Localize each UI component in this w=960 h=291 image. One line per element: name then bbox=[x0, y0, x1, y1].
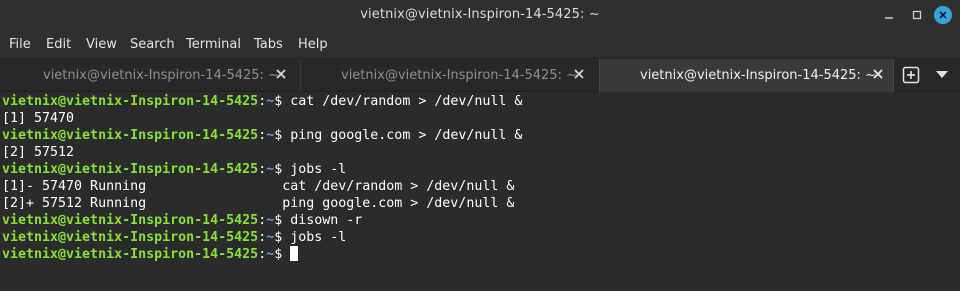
prompt-line: vietnix@vietnix-Inspiron-14-5425:~$ ping… bbox=[2, 127, 960, 144]
minimize-icon[interactable] bbox=[880, 6, 898, 24]
prompt-colon: : bbox=[258, 94, 267, 109]
output-line: [2]+ 57512 Running ping google.com > /de… bbox=[2, 195, 960, 212]
tab-label: vietnix@vietnix-Inspiron-14-5425: ~ bbox=[640, 68, 876, 83]
prompt-user: vietnix@vietnix-Inspiron-14-5425 bbox=[2, 230, 259, 245]
output-line: [1] 57470 bbox=[2, 110, 960, 127]
menu-bar: File Edit View Search Terminal Tabs Help bbox=[0, 31, 960, 57]
tab-bar: vietnix@vietnix-Inspiron-14-5425: ~ viet… bbox=[0, 57, 960, 92]
prompt-line: vietnix@vietnix-Inspiron-14-5425:~$ cat … bbox=[2, 93, 960, 110]
menu-help[interactable]: Help bbox=[298, 37, 328, 52]
tab-3-active[interactable]: vietnix@vietnix-Inspiron-14-5425: ~ bbox=[599, 59, 894, 92]
close-tab-icon[interactable] bbox=[871, 67, 885, 81]
prompt-line: vietnix@vietnix-Inspiron-14-5425:~$ jobs… bbox=[2, 229, 960, 246]
close-tab-icon[interactable] bbox=[572, 67, 586, 81]
close-tab-icon[interactable] bbox=[274, 67, 288, 81]
tab-2[interactable]: vietnix@vietnix-Inspiron-14-5425: ~ bbox=[300, 59, 599, 92]
window-title: vietnix@vietnix-Inspiron-14-5425: ~ bbox=[360, 7, 600, 22]
prompt-colon: : bbox=[258, 247, 267, 262]
command-text: ping google.com > /dev/null & bbox=[282, 128, 523, 143]
menu-file[interactable]: File bbox=[9, 37, 31, 52]
prompt-colon: : bbox=[258, 128, 267, 143]
tab-1[interactable]: vietnix@vietnix-Inspiron-14-5425: ~ bbox=[0, 59, 300, 92]
tab-label: vietnix@vietnix-Inspiron-14-5425: ~ bbox=[341, 68, 577, 83]
command-text: jobs -l bbox=[282, 162, 347, 177]
prompt-user: vietnix@vietnix-Inspiron-14-5425 bbox=[2, 162, 259, 177]
output-line: [2] 57512 bbox=[2, 144, 960, 161]
prompt-line: vietnix@vietnix-Inspiron-14-5425:~$ bbox=[2, 246, 960, 263]
prompt-user: vietnix@vietnix-Inspiron-14-5425 bbox=[2, 94, 259, 109]
command-text bbox=[282, 247, 290, 262]
command-text: jobs -l bbox=[282, 230, 347, 245]
new-tab-icon[interactable] bbox=[902, 66, 920, 84]
tab-label: vietnix@vietnix-Inspiron-14-5425: ~ bbox=[43, 68, 279, 83]
scrollbar[interactable] bbox=[954, 92, 960, 291]
close-window-icon[interactable] bbox=[934, 6, 952, 24]
tab-menu-chevron-down-icon[interactable] bbox=[936, 71, 948, 78]
output-text: [1] 57470 bbox=[2, 111, 75, 126]
maximize-icon[interactable] bbox=[908, 6, 926, 24]
prompt-line: vietnix@vietnix-Inspiron-14-5425:~$ jobs… bbox=[2, 161, 960, 178]
prompt-user: vietnix@vietnix-Inspiron-14-5425 bbox=[2, 247, 259, 262]
menu-tabs[interactable]: Tabs bbox=[254, 37, 283, 52]
output-text: [2]+ 57512 Running ping google.com > /de… bbox=[2, 196, 515, 211]
output-line: [1]- 57470 Running cat /dev/random > /de… bbox=[2, 178, 960, 195]
menu-terminal[interactable]: Terminal bbox=[186, 37, 241, 52]
terminal-output[interactable]: vietnix@vietnix-Inspiron-14-5425:~$ cat … bbox=[0, 92, 960, 291]
command-text: cat /dev/random > /dev/null & bbox=[282, 94, 523, 109]
output-text: [2] 57512 bbox=[2, 145, 75, 160]
text-cursor bbox=[290, 246, 299, 261]
title-bar: vietnix@vietnix-Inspiron-14-5425: ~ bbox=[0, 0, 960, 31]
command-text: disown -r bbox=[282, 213, 363, 228]
prompt-colon: : bbox=[258, 230, 267, 245]
prompt-user: vietnix@vietnix-Inspiron-14-5425 bbox=[2, 128, 259, 143]
menu-view[interactable]: View bbox=[86, 37, 117, 52]
menu-search[interactable]: Search bbox=[130, 37, 175, 52]
menu-edit[interactable]: Edit bbox=[46, 37, 71, 52]
prompt-colon: : bbox=[258, 213, 267, 228]
prompt-colon: : bbox=[258, 162, 267, 177]
prompt-user: vietnix@vietnix-Inspiron-14-5425 bbox=[2, 213, 259, 228]
output-text: [1]- 57470 Running cat /dev/random > /de… bbox=[2, 179, 515, 194]
prompt-line: vietnix@vietnix-Inspiron-14-5425:~$ diso… bbox=[2, 212, 960, 229]
